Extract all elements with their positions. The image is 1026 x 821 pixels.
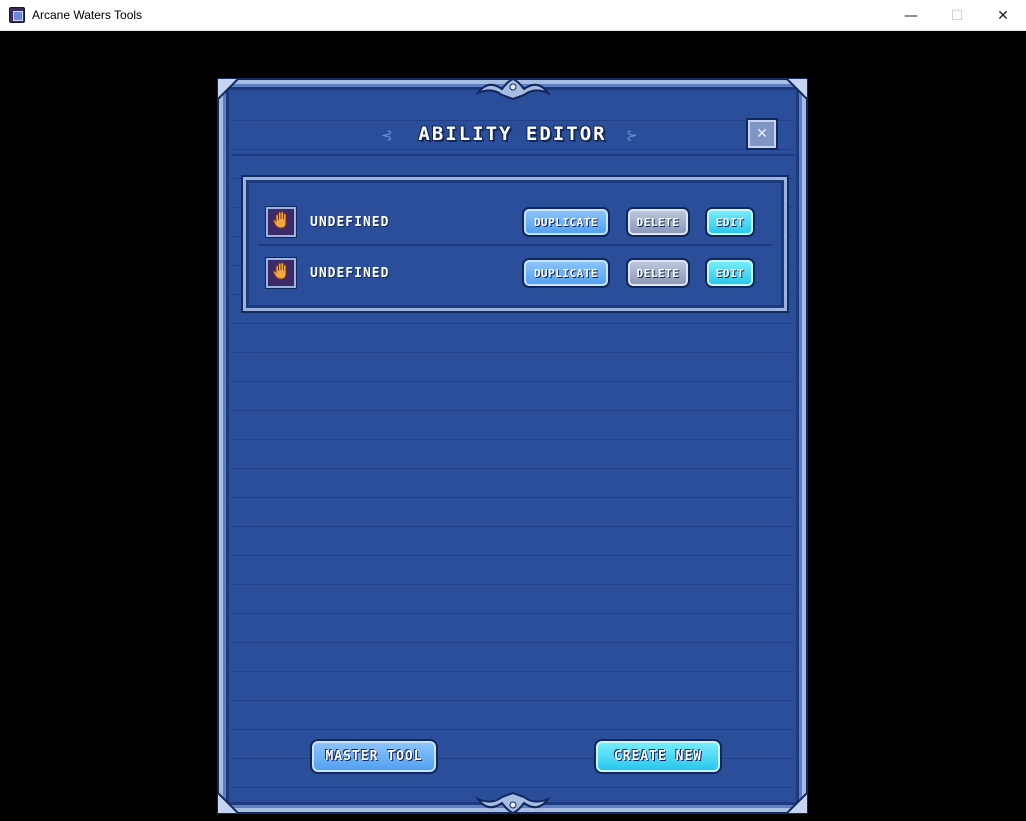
list-item: UNDEFINED DUPLICATE DELETE EDIT <box>258 250 772 296</box>
duplicate-button[interactable]: DUPLICATE <box>522 207 610 237</box>
create-new-button[interactable]: CREATE NEW <box>594 739 722 774</box>
delete-button[interactable]: DELETE <box>626 207 690 237</box>
corner-ornament-icon <box>783 77 809 103</box>
ability-editor-panel: ⊰ ABILITY EDITOR ⊱ ✕ UNDEFINED DUPLICATE <box>216 77 809 815</box>
ability-name: UNDEFINED <box>310 265 390 281</box>
delete-button[interactable]: DELETE <box>626 258 690 288</box>
window-controls: — ☐ ✕ <box>888 0 1026 31</box>
duplicate-button[interactable]: DUPLICATE <box>522 258 610 288</box>
close-panel-button[interactable]: ✕ <box>748 120 776 148</box>
close-window-button[interactable]: ✕ <box>980 0 1026 31</box>
game-viewport: ⊰ ABILITY EDITOR ⊱ ✕ UNDEFINED DUPLICATE <box>0 31 1026 815</box>
corner-ornament-icon <box>216 789 242 815</box>
edit-button[interactable]: EDIT <box>705 258 755 288</box>
window-title: Arcane Waters Tools <box>32 8 143 22</box>
ability-icon <box>266 258 296 288</box>
edit-button[interactable]: EDIT <box>705 207 755 237</box>
minimize-button[interactable]: — <box>888 0 934 31</box>
maximize-button[interactable]: ☐ <box>934 0 980 31</box>
ability-name: UNDEFINED <box>310 214 390 230</box>
corner-ornament-icon <box>783 789 809 815</box>
ability-icon <box>266 207 296 237</box>
flourish-right-icon: ⊱ <box>626 128 638 144</box>
crest-ornament-icon <box>474 791 552 817</box>
page-title: ABILITY EDITOR <box>418 123 607 145</box>
app-icon <box>9 7 25 23</box>
list-item: UNDEFINED DUPLICATE DELETE EDIT <box>258 200 772 246</box>
corner-ornament-icon <box>216 77 242 103</box>
x-icon: ✕ <box>756 126 768 142</box>
ability-list: UNDEFINED DUPLICATE DELETE EDIT UNDEFINE… <box>243 177 787 311</box>
hand-icon <box>271 261 291 285</box>
window-titlebar: Arcane Waters Tools — ☐ ✕ <box>0 0 1026 31</box>
master-tool-button[interactable]: MASTER TOOL <box>310 739 438 774</box>
hand-icon <box>271 210 291 234</box>
panel-header: ⊰ ABILITY EDITOR ⊱ ✕ <box>231 98 794 156</box>
